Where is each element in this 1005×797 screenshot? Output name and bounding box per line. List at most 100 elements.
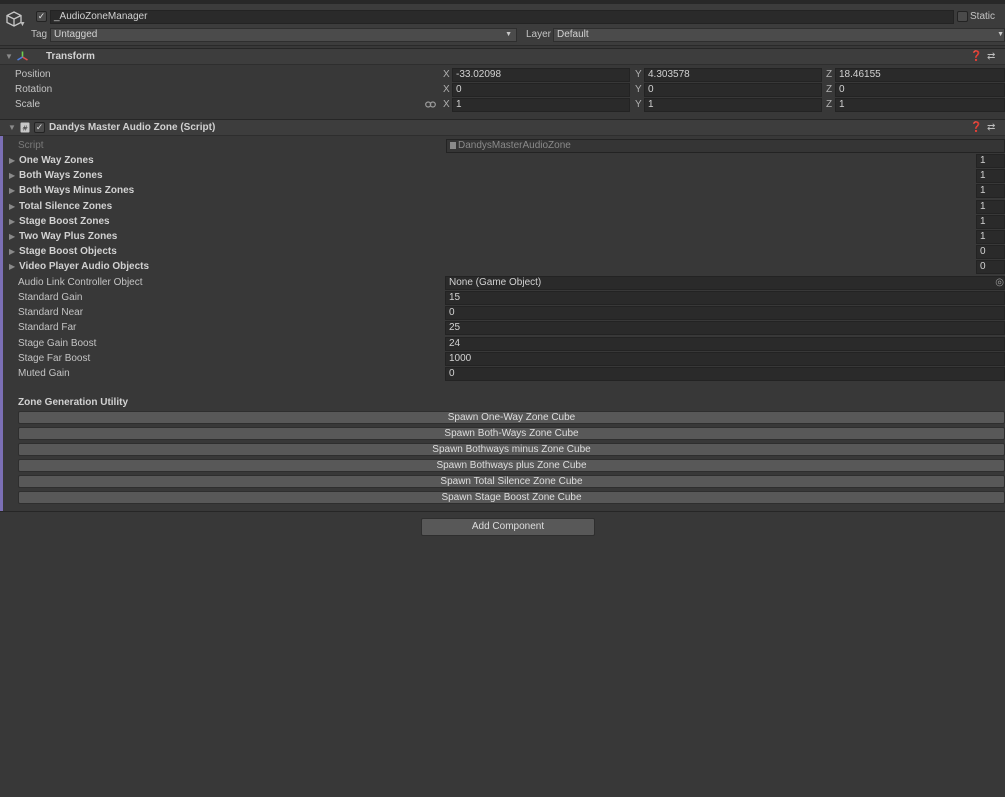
- transform-title: Transform: [46, 51, 95, 62]
- help-icon[interactable]: ❓: [970, 121, 982, 134]
- scale-y-field[interactable]: 1: [644, 98, 822, 112]
- field-label: Standard Far: [18, 322, 77, 333]
- axis-x-label[interactable]: X: [443, 98, 450, 111]
- array-count-field[interactable]: 1: [976, 230, 1005, 244]
- foldout-arrow-icon[interactable]: ▶: [9, 230, 15, 243]
- array-row[interactable]: ▶ Stage Boost Objects 0: [0, 245, 1005, 260]
- axis-x-label[interactable]: X: [443, 68, 450, 81]
- tag-value: Untagged: [54, 29, 98, 40]
- array-row[interactable]: ▶ Stage Boost Zones 1: [0, 215, 1005, 230]
- array-row[interactable]: ▶ Both Ways Zones 1: [0, 169, 1005, 184]
- array-label: Stage Boost Objects: [19, 246, 117, 257]
- layer-dropdown[interactable]: Default ▼: [553, 28, 1005, 42]
- foldout-arrow-icon[interactable]: ▶: [9, 200, 15, 213]
- script-label: Script: [18, 140, 44, 151]
- rotation-label: Rotation: [15, 84, 53, 95]
- dropdown-caret-icon[interactable]: ▼: [19, 21, 26, 28]
- chevron-down-icon: ▼: [505, 31, 512, 38]
- array-row[interactable]: ▶ Total Silence Zones 1: [0, 200, 1005, 215]
- array-count-field[interactable]: 1: [976, 200, 1005, 214]
- component-enabled-checkbox[interactable]: ✓: [34, 122, 45, 133]
- object-name-field[interactable]: _AudioZoneManager: [50, 10, 954, 24]
- standard-far-field[interactable]: 25: [445, 321, 1005, 335]
- axis-z-label[interactable]: Z: [826, 68, 832, 81]
- foldout-arrow-icon[interactable]: ▼: [8, 121, 16, 134]
- stage-far-boost-field[interactable]: 1000: [445, 352, 1005, 366]
- axis-y-label[interactable]: Y: [635, 68, 642, 81]
- standard-gain-field[interactable]: 15: [445, 291, 1005, 305]
- foldout-arrow-icon[interactable]: ▶: [9, 215, 15, 228]
- field-label: Standard Near: [18, 307, 84, 318]
- field-label: Stage Far Boost: [18, 353, 91, 364]
- foldout-arrow-icon[interactable]: ▶: [9, 154, 15, 167]
- spawn-total-silence-button[interactable]: Spawn Total Silence Zone Cube: [18, 475, 1005, 488]
- foldout-arrow-icon[interactable]: ▶: [9, 245, 15, 258]
- field-label: Standard Gain: [18, 292, 83, 303]
- position-x-field[interactable]: -33.02098: [452, 68, 630, 82]
- audio-link-controller-field[interactable]: None (Game Object) ◎: [445, 276, 1005, 290]
- array-count-field[interactable]: 0: [976, 260, 1005, 274]
- help-icon[interactable]: ❓: [970, 50, 982, 63]
- rotation-y-field[interactable]: 0: [644, 83, 822, 97]
- foldout-arrow-icon[interactable]: ▼: [5, 50, 13, 63]
- array-label: Video Player Audio Objects: [19, 261, 150, 272]
- field-label: Muted Gain: [18, 368, 70, 379]
- standard-near-field[interactable]: 0: [445, 306, 1005, 320]
- field-label: Audio Link Controller Object: [18, 277, 143, 288]
- spawn-bothways-minus-button[interactable]: Spawn Bothways minus Zone Cube: [18, 443, 1005, 456]
- array-count-field[interactable]: 1: [976, 184, 1005, 198]
- axis-y-label[interactable]: Y: [635, 83, 642, 96]
- settings-icon[interactable]: ⇄: [987, 121, 995, 134]
- scale-x-field[interactable]: 1: [452, 98, 630, 112]
- link-icon[interactable]: [425, 100, 436, 109]
- array-row[interactable]: ▶ Video Player Audio Objects 0: [0, 260, 1005, 275]
- position-z-field[interactable]: 18.46155: [835, 68, 1005, 82]
- axis-x-label[interactable]: X: [443, 83, 450, 96]
- utility-title: Zone Generation Utility: [18, 397, 129, 408]
- field-label: Stage Gain Boost: [18, 338, 97, 349]
- active-checkbox[interactable]: ✓: [36, 11, 47, 22]
- object-picker-icon[interactable]: ◎: [995, 277, 1004, 289]
- spawn-one-way-button[interactable]: Spawn One-Way Zone Cube: [18, 411, 1005, 424]
- axis-y-label[interactable]: Y: [635, 98, 642, 111]
- gameobject-header: ▼ ✓ _AudioZoneManager Static Tag Untagge…: [0, 4, 1005, 46]
- field-value: None (Game Object): [449, 277, 542, 288]
- foldout-arrow-icon[interactable]: ▶: [9, 169, 15, 182]
- foldout-arrow-icon[interactable]: ▶: [9, 260, 15, 273]
- transform-header[interactable]: ▼ Transform ❓ ⇄: [0, 48, 1005, 65]
- scale-z-field[interactable]: 1: [835, 98, 1005, 112]
- spawn-stage-boost-button[interactable]: Spawn Stage Boost Zone Cube: [18, 491, 1005, 504]
- array-label: Total Silence Zones: [19, 201, 113, 212]
- settings-icon[interactable]: ⇄: [987, 50, 995, 63]
- spawn-both-ways-button[interactable]: Spawn Both-Ways Zone Cube: [18, 427, 1005, 440]
- array-row[interactable]: ▶ Both Ways Minus Zones 1: [0, 184, 1005, 199]
- add-component-button[interactable]: Add Component: [421, 518, 595, 536]
- tag-dropdown[interactable]: Untagged ▼: [50, 28, 517, 42]
- position-label: Position: [15, 69, 51, 80]
- static-checkbox[interactable]: [957, 11, 968, 22]
- array-count-field[interactable]: 1: [976, 169, 1005, 183]
- rotation-x-field[interactable]: 0: [452, 83, 630, 97]
- spawn-bothways-plus-button[interactable]: Spawn Bothways plus Zone Cube: [18, 459, 1005, 472]
- rotation-z-field[interactable]: 0: [835, 83, 1005, 97]
- script-icon: #: [20, 122, 30, 133]
- array-count-field[interactable]: 1: [976, 215, 1005, 229]
- script-file-icon: [450, 142, 456, 149]
- layer-value: Default: [557, 29, 589, 40]
- array-row[interactable]: ▶ One Way Zones 1: [0, 154, 1005, 169]
- stage-gain-boost-field[interactable]: 24: [445, 337, 1005, 351]
- array-count-field[interactable]: 0: [976, 245, 1005, 259]
- tag-label: Tag: [31, 29, 48, 40]
- foldout-arrow-icon[interactable]: ▶: [9, 184, 15, 197]
- script-value: DandysMasterAudioZone: [458, 140, 571, 151]
- array-row[interactable]: ▶ Two Way Plus Zones 1: [0, 230, 1005, 245]
- axis-z-label[interactable]: Z: [826, 83, 832, 96]
- axis-z-label[interactable]: Z: [826, 98, 832, 111]
- array-label: Two Way Plus Zones: [19, 231, 118, 242]
- chevron-down-icon: ▼: [997, 31, 1004, 38]
- muted-gain-field[interactable]: 0: [445, 367, 1005, 381]
- script-field: DandysMasterAudioZone: [446, 139, 1005, 153]
- array-count-field[interactable]: 1: [976, 154, 1005, 168]
- position-y-field[interactable]: 4.303578: [644, 68, 822, 82]
- component-header[interactable]: ▼ # ✓ Dandys Master Audio Zone (Script) …: [0, 119, 1005, 136]
